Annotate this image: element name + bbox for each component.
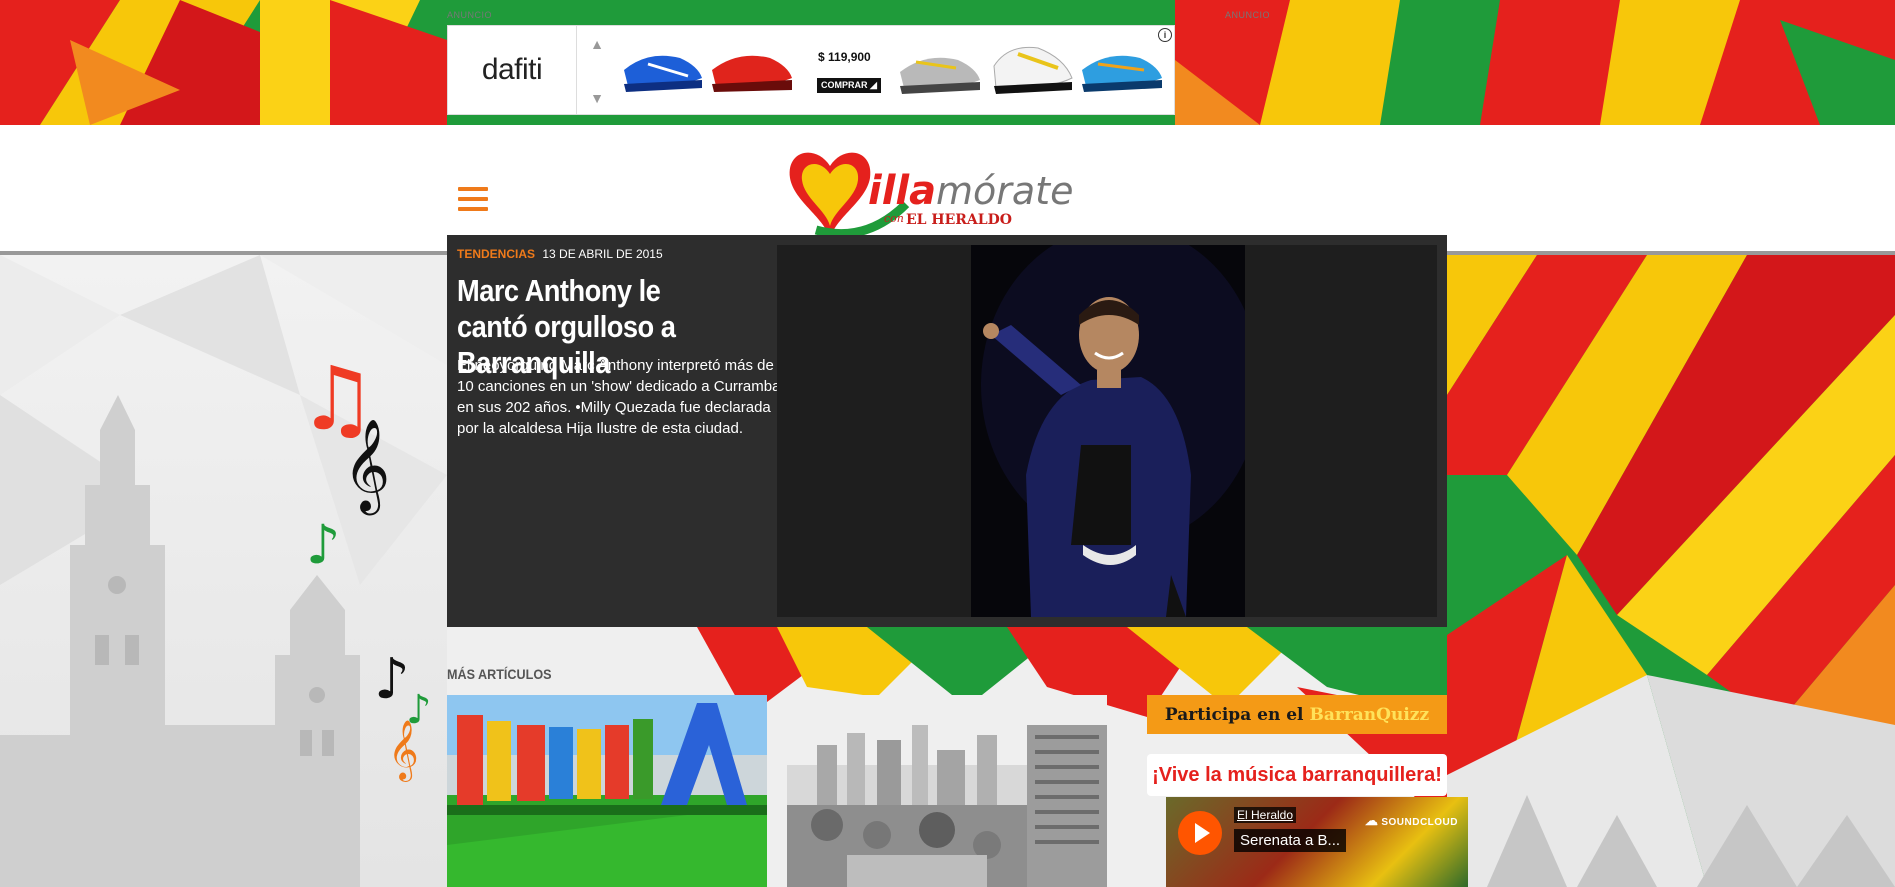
featured-meta: TENDENCIAS 13 DE ABRIL DE 2015 [457,247,663,261]
ad-buy-button[interactable]: COMPRAR ◢ [817,78,881,93]
vive-musica-banner[interactable]: ¡Vive la música barranquillera! [1147,754,1447,796]
blue-shoe-icon [624,55,702,92]
ad-tag-left: ANUNCIO [447,10,493,20]
barranquizz-button[interactable]: Participa en el BarranQuizz [1147,695,1447,734]
featured-article[interactable]: TENDENCIAS 13 DE ABRIL DE 2015 Marc Anth… [447,235,1447,627]
featured-date: 13 DE ABRIL DE 2015 [542,247,663,261]
shoe-products-right[interactable] [896,38,1166,104]
featured-category[interactable]: TENDENCIAS [457,247,535,261]
ad-banner[interactable]: dafiti ▲ ▼ $ 119,900 COMPRAR ◢ i [447,25,1175,115]
white-shoe-icon [993,46,1073,94]
article-card[interactable] [787,695,1107,887]
article-image-barranquilla-letters [447,695,767,887]
cyan-shoe-icon [1082,55,1162,92]
arrow-down-icon[interactable]: ▼ [590,90,604,106]
logo-text-quilla: illa [868,168,936,214]
info-icon[interactable]: i [1158,28,1172,42]
hamburger-icon[interactable] [458,187,488,211]
red-shoe-icon [712,55,792,92]
arrow-up-icon[interactable]: ▲ [590,36,604,52]
soundcloud-user[interactable]: El Heraldo [1234,807,1297,823]
soundcloud-track[interactable]: Serenata a B... [1234,829,1347,852]
featured-media[interactable] [777,245,1437,617]
ad-brand-logo[interactable]: dafiti [448,26,577,114]
eighth-note-icon: ♪ [306,513,341,576]
article-card[interactable] [447,695,767,887]
ad-price: $ 119,900 [818,50,871,64]
silver-shoe-icon [900,57,980,94]
soundcloud-logo[interactable]: ☁ SOUNDCLOUD [1365,813,1458,829]
cloud-icon: ☁ [1364,813,1379,828]
more-articles-label: MÁS ARTÍCULOS [447,666,552,682]
play-icon[interactable] [1178,811,1222,855]
quiz-prefix: Participa en el [1164,704,1304,725]
logo-sub-prefix: con [884,212,904,225]
right-background [1447,255,1895,887]
featured-summary: El neoyorquino Marc Anthony interpretó m… [457,357,781,437]
soundcloud-player[interactable]: El Heraldo Serenata a B... ☁ SOUNDCLOUD [1166,797,1468,887]
treble-clef-orange-icon: 𝄞 [388,720,419,780]
shoe-products-left[interactable] [618,40,798,102]
article-image-city [787,695,1107,887]
ad-carousel-arrows: ▲ ▼ [588,36,606,106]
left-background [0,255,447,887]
quiz-highlight: BarranQuizz [1309,704,1430,725]
featured-photo[interactable] [971,245,1245,617]
treble-clef-icon: 𝄞 [343,418,391,511]
logo-sub-name: EL HERALDO [906,212,1012,228]
eighth-note-black-icon: ♪ [374,647,410,712]
logo-text-morate: mórate [936,169,1073,213]
ad-tag-right: ANUNCIO [1225,10,1271,20]
